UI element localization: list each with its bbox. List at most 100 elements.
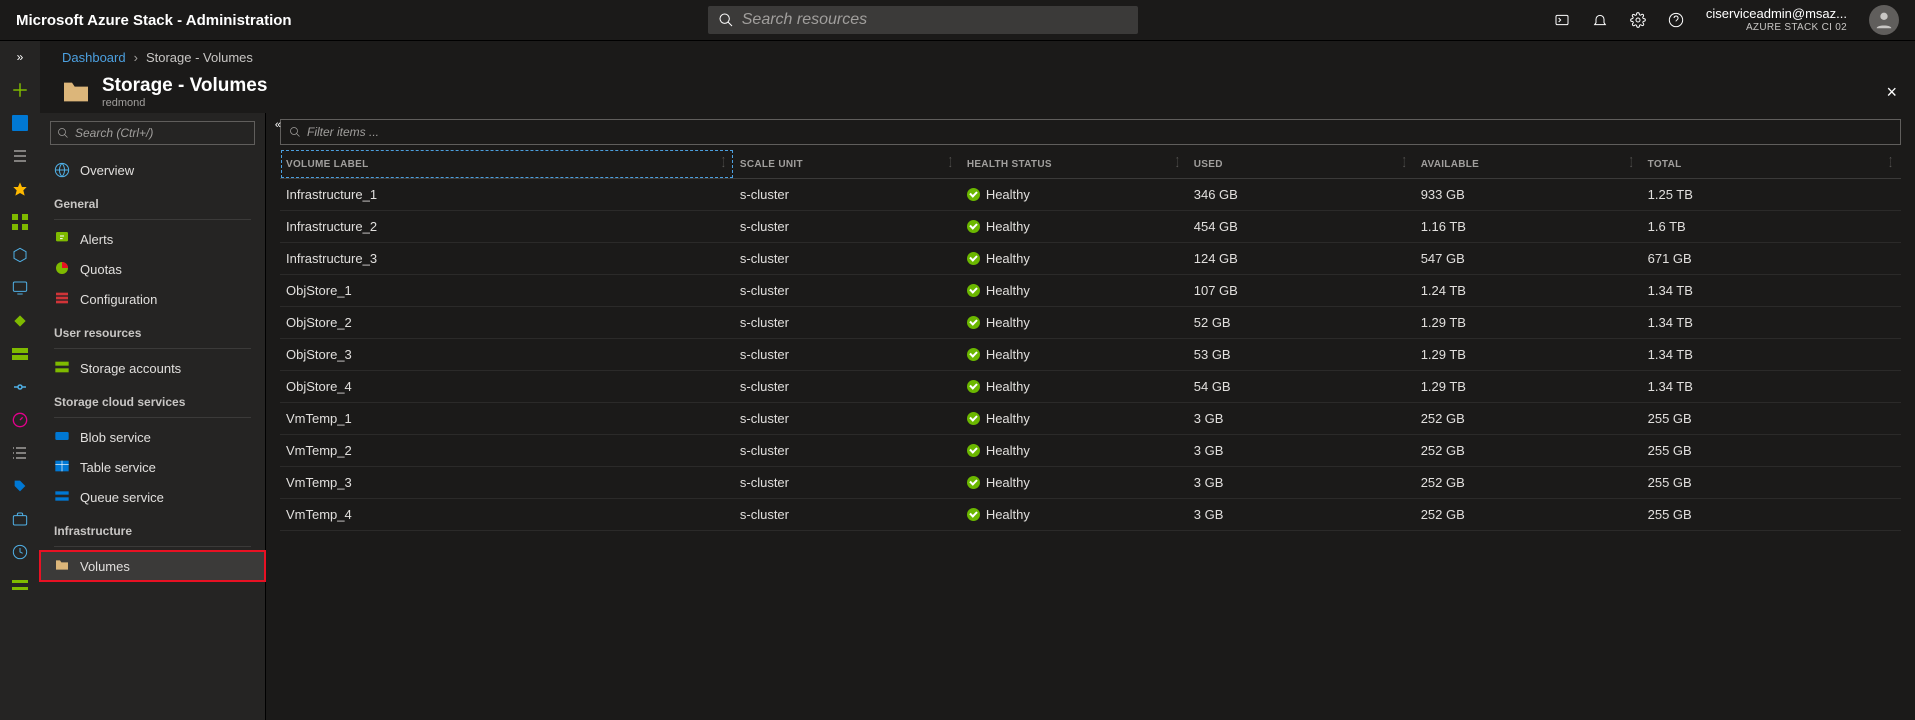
column-header-volume-label[interactable]: VOLUME LABEL↑↓ <box>280 149 734 179</box>
cell-available: 547 GB <box>1415 243 1642 275</box>
column-header-scale-unit[interactable]: SCALE UNIT↑↓ <box>734 149 961 179</box>
search-icon <box>289 126 301 138</box>
healthy-icon <box>967 220 980 233</box>
rail-tag-icon[interactable] <box>10 476 30 496</box>
globe-icon <box>54 162 70 178</box>
cloud-shell-icon[interactable] <box>1554 12 1570 28</box>
table-row[interactable]: ObjStore_3 s-cluster Healthy 53 GB 1.29 … <box>280 339 1901 371</box>
help-icon[interactable] <box>1668 12 1684 28</box>
cell-used: 53 GB <box>1188 339 1415 371</box>
column-header-health[interactable]: HEALTH STATUS↑↓ <box>961 149 1188 179</box>
table-row[interactable]: VmTemp_2 s-cluster Healthy 3 GB 252 GB 2… <box>280 435 1901 467</box>
column-header-available[interactable]: AVAILABLE↑↓ <box>1415 149 1642 179</box>
healthy-icon <box>967 348 980 361</box>
nav-item-label: Alerts <box>80 232 113 247</box>
rail-storage-icon[interactable] <box>10 344 30 364</box>
rail-apps-icon[interactable] <box>10 212 30 232</box>
blade-header: Storage - Volumes redmond × <box>40 69 1915 113</box>
cell-volume-label: VmTemp_1 <box>280 403 734 435</box>
settings-icon[interactable] <box>1630 12 1646 28</box>
cell-health: Healthy <box>961 307 1188 339</box>
nav-item-storage-accounts[interactable]: Storage accounts <box>40 353 265 383</box>
nav-item-configuration[interactable]: Configuration <box>40 284 265 314</box>
table-row[interactable]: VmTemp_3 s-cluster Healthy 3 GB 252 GB 2… <box>280 467 1901 499</box>
rail-monitor-icon[interactable] <box>10 278 30 298</box>
cell-total: 1.34 TB <box>1642 275 1901 307</box>
table-row[interactable]: ObjStore_4 s-cluster Healthy 54 GB 1.29 … <box>280 371 1901 403</box>
table-row[interactable]: VmTemp_4 s-cluster Healthy 3 GB 252 GB 2… <box>280 499 1901 531</box>
account-menu[interactable]: ciserviceadmin@msaz... AZURE STACK CI 02 <box>1706 7 1847 32</box>
cell-volume-label: ObjStore_4 <box>280 371 734 403</box>
cell-total: 255 GB <box>1642 403 1901 435</box>
nav-item-label: Table service <box>80 460 156 475</box>
rail-cube-icon[interactable] <box>10 245 30 265</box>
person-icon <box>1873 9 1895 31</box>
filter-input[interactable]: Filter items ... <box>280 119 1901 145</box>
global-search-input[interactable]: Search resources <box>708 6 1138 34</box>
nav-item-queue-service[interactable]: Queue service <box>40 482 265 512</box>
nav-search-input[interactable]: Search (Ctrl+/) <box>50 121 255 145</box>
rail-list2-icon[interactable] <box>10 443 30 463</box>
nav-item-table-service[interactable]: Table service <box>40 452 265 482</box>
rail-dashboard-icon[interactable] <box>10 113 30 133</box>
rail-diamond-icon[interactable] <box>10 311 30 331</box>
table-row[interactable]: Infrastructure_2 s-cluster Healthy 454 G… <box>280 211 1901 243</box>
table-row[interactable]: Infrastructure_1 s-cluster Healthy 346 G… <box>280 179 1901 211</box>
cell-available: 1.16 TB <box>1415 211 1642 243</box>
cell-available: 933 GB <box>1415 179 1642 211</box>
cell-scale-unit: s-cluster <box>734 211 961 243</box>
nav-item-overview[interactable]: Overview <box>40 155 265 185</box>
rail-expand-chevron[interactable]: » <box>10 47 30 67</box>
avatar[interactable] <box>1869 5 1899 35</box>
nav-item-quotas[interactable]: Quotas <box>40 254 265 284</box>
nav-item-label: Blob service <box>80 430 151 445</box>
notifications-icon[interactable] <box>1592 12 1608 28</box>
rail-add-icon[interactable] <box>10 80 30 100</box>
cell-available: 252 GB <box>1415 403 1642 435</box>
cell-scale-unit: s-cluster <box>734 371 961 403</box>
rail-network-icon[interactable] <box>10 377 30 397</box>
cell-scale-unit: s-cluster <box>734 467 961 499</box>
cell-used: 454 GB <box>1188 211 1415 243</box>
left-rail: » <box>0 41 40 720</box>
healthy-icon <box>967 508 980 521</box>
nav-item-label: Queue service <box>80 490 164 505</box>
table-row[interactable]: Infrastructure_3 s-cluster Healthy 124 G… <box>280 243 1901 275</box>
cell-scale-unit: s-cluster <box>734 275 961 307</box>
cell-used: 124 GB <box>1188 243 1415 275</box>
rail-star-icon[interactable] <box>10 179 30 199</box>
rail-lines-icon[interactable] <box>10 575 30 595</box>
nav-item-blob-service[interactable]: Blob service <box>40 422 265 452</box>
cell-volume-label: Infrastructure_1 <box>280 179 734 211</box>
healthy-icon <box>967 188 980 201</box>
column-header-total[interactable]: TOTAL↑↓ <box>1642 149 1901 179</box>
healthy-icon <box>967 380 980 393</box>
nav-item-alerts[interactable]: Alerts <box>40 224 265 254</box>
nav-group-label: User resources <box>40 314 265 344</box>
rail-meter-icon[interactable] <box>10 410 30 430</box>
healthy-icon <box>967 444 980 457</box>
collapse-chevrons-icon[interactable]: « <box>275 119 281 131</box>
cell-available: 1.29 TB <box>1415 339 1642 371</box>
cell-volume-label: ObjStore_1 <box>280 275 734 307</box>
cell-total: 1.25 TB <box>1642 179 1901 211</box>
cell-total: 255 GB <box>1642 499 1901 531</box>
table-row[interactable]: ObjStore_1 s-cluster Healthy 107 GB 1.24… <box>280 275 1901 307</box>
table-row[interactable]: VmTemp_1 s-cluster Healthy 3 GB 252 GB 2… <box>280 403 1901 435</box>
close-button[interactable]: × <box>1886 82 1905 103</box>
cell-scale-unit: s-cluster <box>734 435 961 467</box>
cell-volume-label: ObjStore_3 <box>280 339 734 371</box>
breadcrumb-root[interactable]: Dashboard <box>62 50 126 65</box>
healthy-icon <box>967 412 980 425</box>
cell-volume-label: Infrastructure_3 <box>280 243 734 275</box>
rail-clock-icon[interactable] <box>10 542 30 562</box>
cell-total: 255 GB <box>1642 435 1901 467</box>
nav-item-volumes[interactable]: Volumes <box>40 551 265 581</box>
cell-used: 3 GB <box>1188 467 1415 499</box>
column-header-used[interactable]: USED↑↓ <box>1188 149 1415 179</box>
table-row[interactable]: ObjStore_2 s-cluster Healthy 52 GB 1.29 … <box>280 307 1901 339</box>
rail-list-icon[interactable] <box>10 146 30 166</box>
nav-item-label: Volumes <box>80 559 130 574</box>
rail-briefcase-icon[interactable] <box>10 509 30 529</box>
cell-health: Healthy <box>961 179 1188 211</box>
